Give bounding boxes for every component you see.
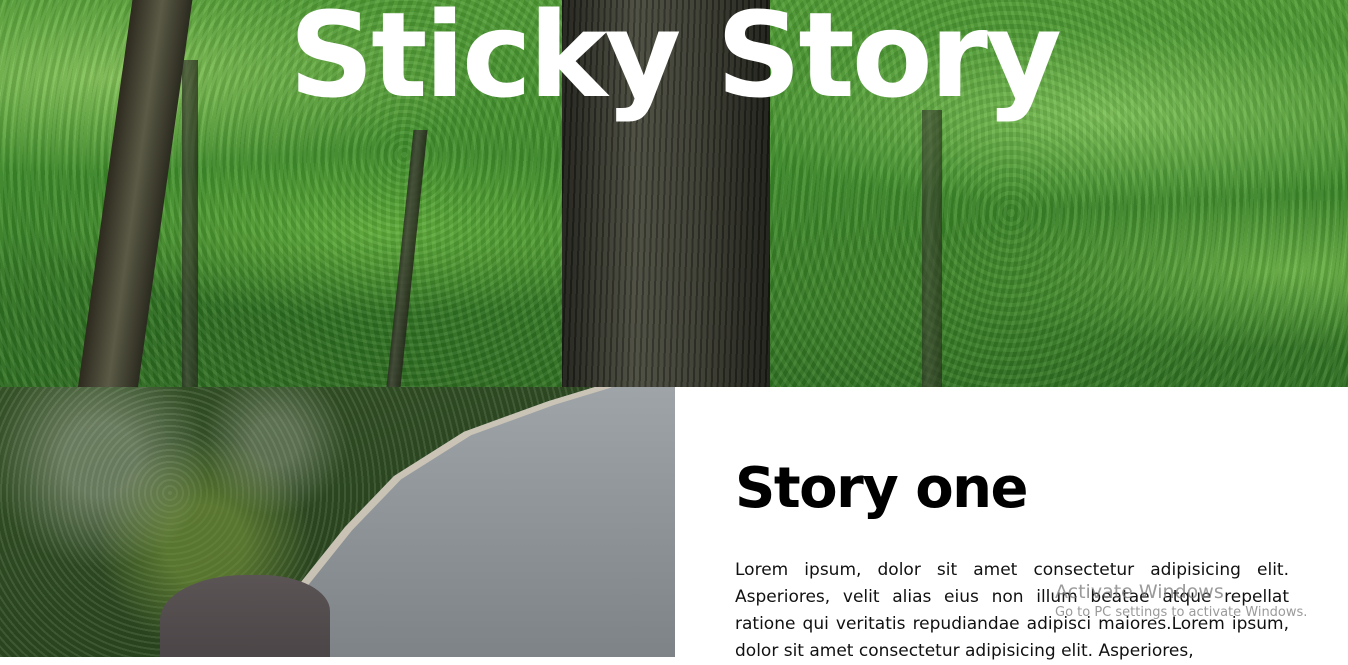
tree-trunk-thin <box>922 110 942 387</box>
story-one-body: Lorem ipsum, dolor sit amet consectetur … <box>735 560 1289 661</box>
hero-title: Sticky Story <box>289 0 1062 124</box>
coastline-land <box>0 387 632 657</box>
story-one-image <box>0 387 675 657</box>
story-one-section: Story one Lorem ipsum, dolor sit amet co… <box>675 387 1348 661</box>
hero-section: Sticky Story <box>0 0 1348 387</box>
story-one-title: Story one <box>735 456 1029 521</box>
coastal-lagoon <box>160 575 330 657</box>
